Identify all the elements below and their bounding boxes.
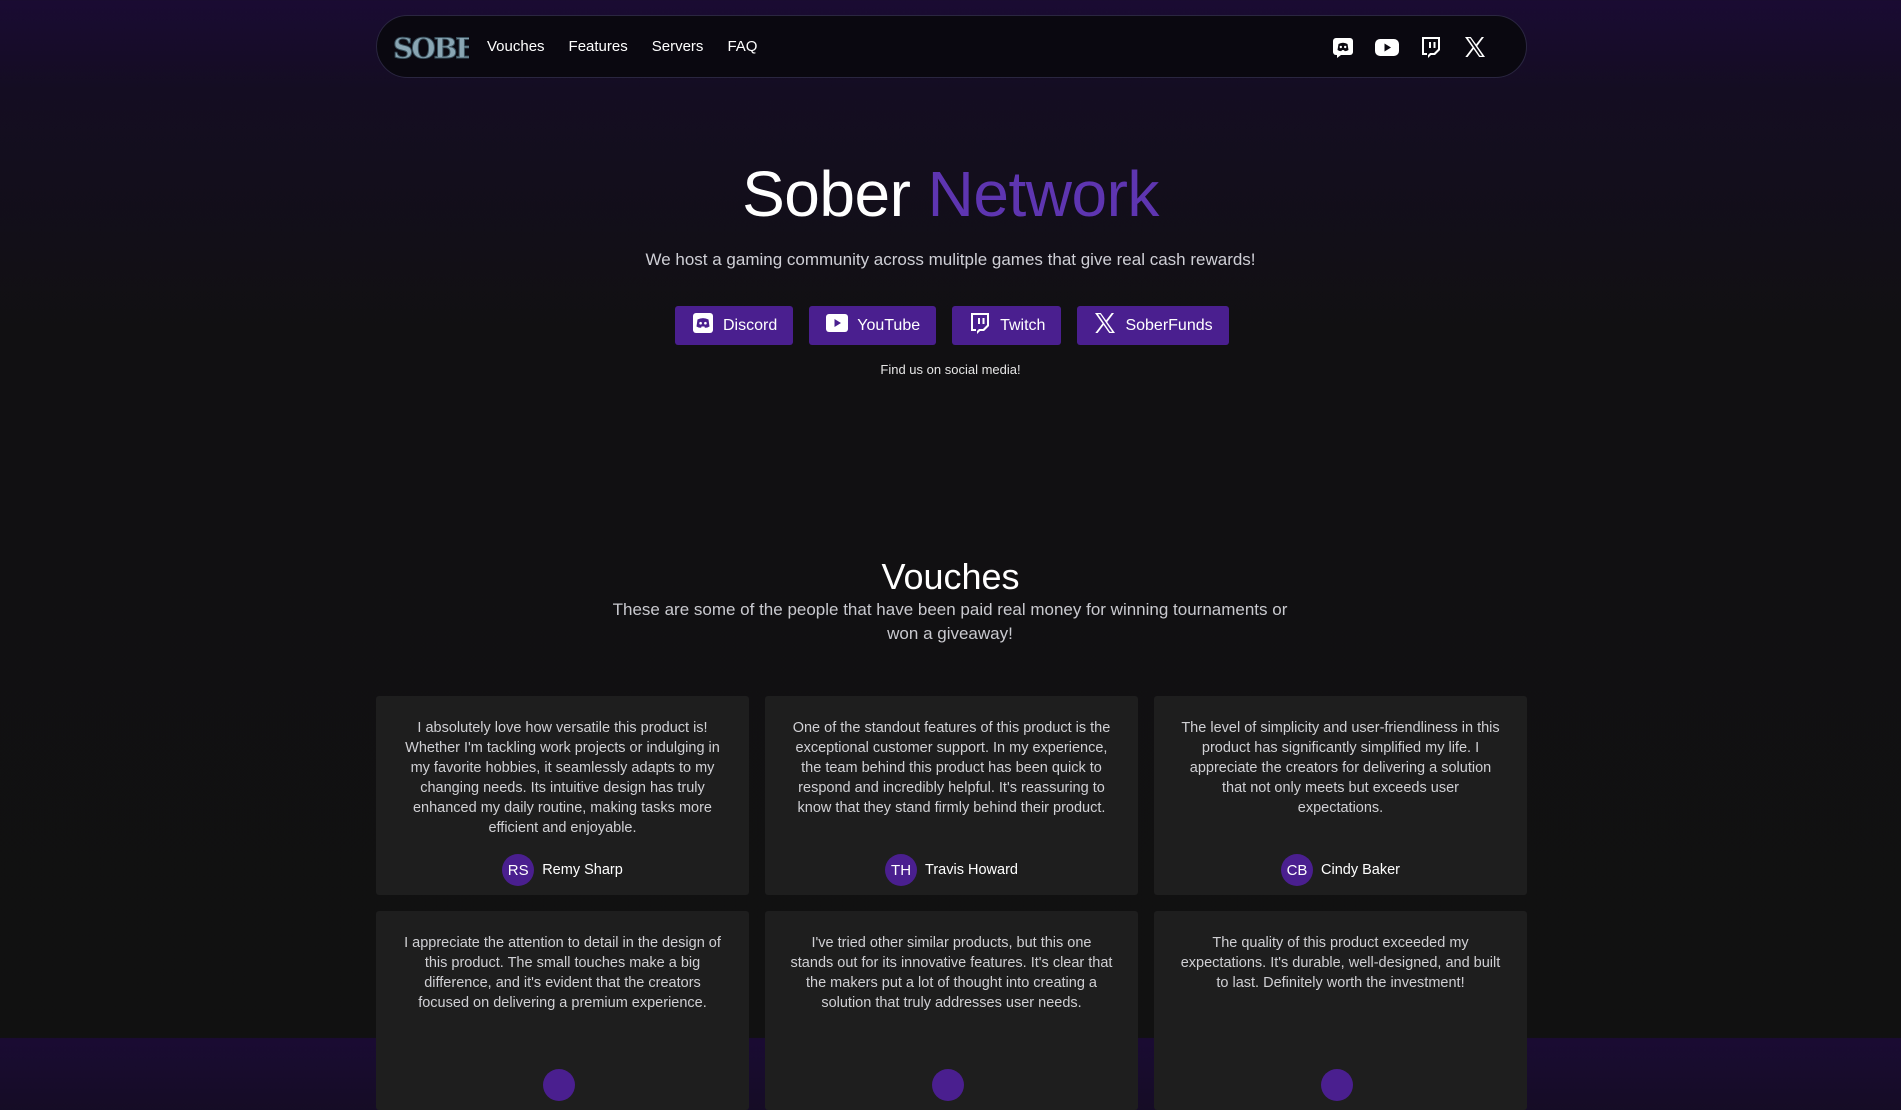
vouch-text: The quality of this product exceeded my … <box>1180 935 1501 991</box>
author-name: Remy Sharp <box>542 862 623 878</box>
vouch-card: The level of simplicity and user-friendl… <box>1154 696 1527 895</box>
nav-link-faq[interactable]: FAQ <box>715 38 769 55</box>
vouch-author <box>376 1069 749 1101</box>
vouch-text: I appreciate the attention to detail in … <box>404 935 721 1011</box>
vouch-author: TH Travis Howard <box>765 854 1138 886</box>
soberfunds-button-label: SoberFunds <box>1125 316 1213 334</box>
svg-text:SOBER: SOBER <box>393 32 469 65</box>
social-buttons: Discord YouTube Twitch SoberFunds <box>675 306 1229 345</box>
vouch-card: One of the standout features of this pro… <box>765 696 1138 895</box>
twitch-icon[interactable] <box>1418 34 1444 60</box>
vouch-text: One of the standout features of this pro… <box>792 720 1111 816</box>
x-icon[interactable] <box>1462 34 1488 60</box>
sober-logo[interactable]: SOBER <box>391 27 470 67</box>
avatar <box>542 1069 575 1101</box>
twitch-icon <box>968 311 992 340</box>
avatar <box>1320 1069 1353 1101</box>
hero-title-main: Sober <box>742 158 911 230</box>
discord-icon[interactable] <box>1330 34 1356 60</box>
youtube-icon[interactable] <box>1374 34 1400 60</box>
discord-button[interactable]: Discord <box>675 306 794 345</box>
x-icon <box>1093 311 1117 340</box>
vouch-text: I've tried other similar products, but t… <box>790 935 1113 1011</box>
youtube-button[interactable]: YouTube <box>809 306 937 345</box>
vouch-text: I absolutely love how versatile this pro… <box>405 720 720 836</box>
soberfunds-button[interactable]: SoberFunds <box>1077 306 1229 345</box>
avatar <box>931 1069 964 1101</box>
vouches-title: Vouches <box>881 556 1020 597</box>
author-name: Travis Howard <box>925 862 1018 878</box>
vouches-grid: I absolutely love how versatile this pro… <box>376 696 1527 1110</box>
vouches-subtitle: These are some of the people that have b… <box>612 600 1288 643</box>
twitch-button[interactable]: Twitch <box>952 306 1062 345</box>
avatar: TH <box>885 854 918 886</box>
vouch-card: I've tried other similar products, but t… <box>765 911 1138 1110</box>
vouch-author <box>765 1069 1138 1101</box>
vouch-author: RS Remy Sharp <box>376 854 749 886</box>
discord-button-label: Discord <box>723 316 778 334</box>
vouch-card: I absolutely love how versatile this pro… <box>376 696 749 895</box>
nav-link-vouches[interactable]: Vouches <box>475 38 557 55</box>
discord-icon <box>691 311 715 340</box>
vouch-author: CB Cindy Baker <box>1154 854 1527 886</box>
nav-link-features[interactable]: Features <box>557 38 640 55</box>
youtube-button-label: YouTube <box>857 316 921 334</box>
find-us-text: Find us on social media! <box>880 362 1021 377</box>
hero-subtitle: We host a gaming community across mulitp… <box>645 250 1256 269</box>
avatar: CB <box>1281 854 1313 886</box>
hero-title-accent: Network <box>927 158 1160 230</box>
vouch-card: The quality of this product exceeded my … <box>1154 911 1527 1110</box>
vouch-text: The level of simplicity and user-friendl… <box>1181 720 1500 816</box>
youtube-icon <box>825 311 849 340</box>
twitch-button-label: Twitch <box>1000 316 1046 334</box>
top-navbar: SOBER Vouches Features Servers FAQ <box>376 15 1527 78</box>
author-name: Cindy Baker <box>1321 862 1400 878</box>
nav-link-servers[interactable]: Servers <box>640 38 716 55</box>
vouch-author <box>1154 1069 1527 1101</box>
avatar: RS <box>502 854 535 886</box>
hero-title: Sober Network <box>0 155 1901 233</box>
vouch-card: I appreciate the attention to detail in … <box>376 911 749 1110</box>
